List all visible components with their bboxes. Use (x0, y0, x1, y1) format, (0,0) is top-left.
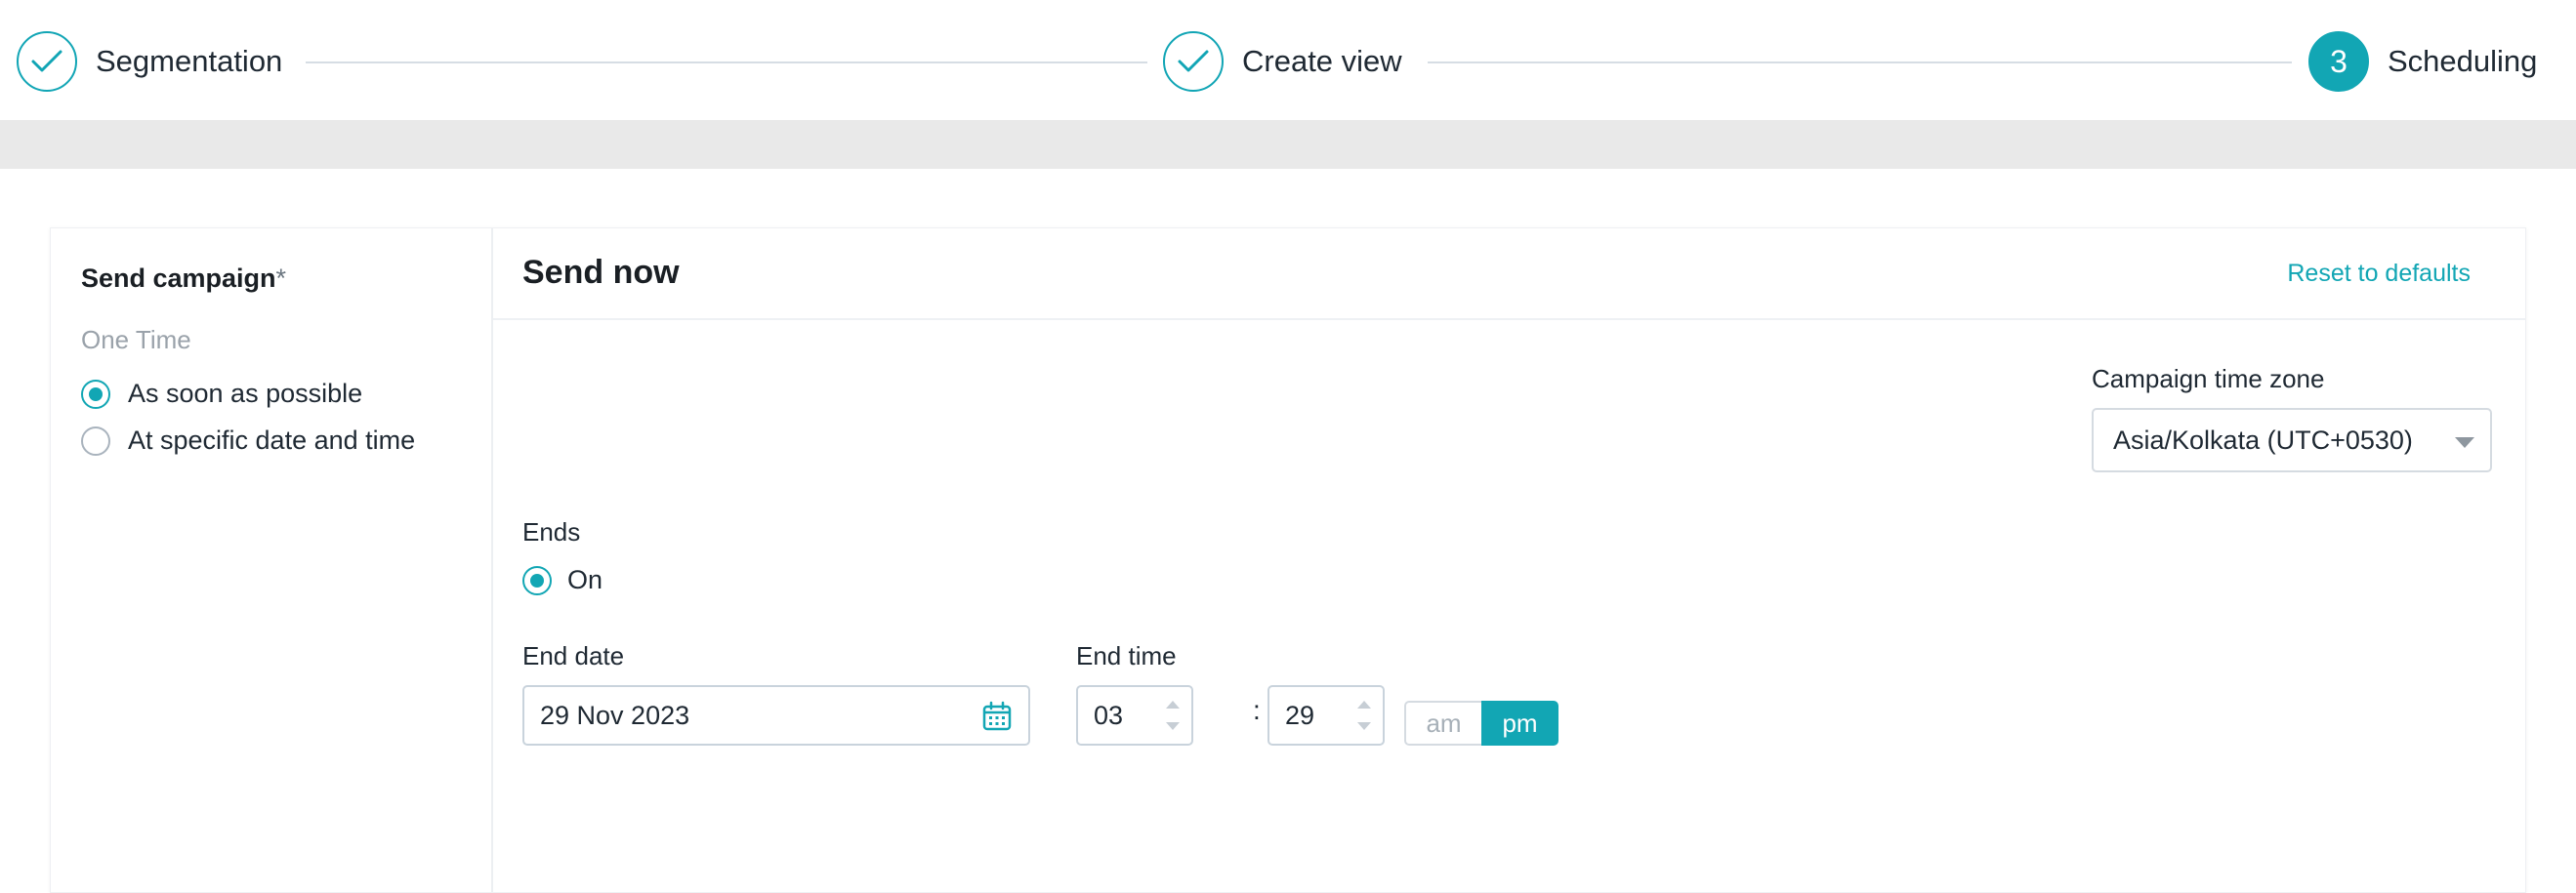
decrement-icon[interactable] (1166, 722, 1180, 730)
option-asap[interactable]: As soon as possible (81, 379, 362, 409)
step-segmentation[interactable]: Segmentation (17, 29, 282, 94)
send-campaign-panel: Send campaign* One Time As soon as possi… (51, 228, 493, 892)
option-label: At specific date and time (128, 426, 416, 455)
step-label: Scheduling (2388, 44, 2538, 78)
ends-label: Ends (522, 517, 581, 547)
radio-button-checked[interactable] (81, 379, 110, 409)
ends-on-option[interactable]: On (522, 565, 602, 595)
panel-header: Send now Reset to defaults (493, 228, 2525, 320)
option-label: On (567, 565, 603, 594)
end-time-label: End time (1076, 641, 1177, 670)
separator-band (0, 120, 2576, 169)
step-connector (1428, 61, 2292, 63)
hour-value: 03 (1094, 700, 1124, 730)
am-button[interactable]: am (1404, 701, 1481, 746)
radio-button-checked[interactable] (522, 565, 552, 595)
required-mark: * (275, 264, 287, 293)
time-separator: : (1253, 695, 1261, 725)
end-date-value: 29 Nov 2023 (540, 700, 690, 730)
send-campaign-heading: Send campaign* (81, 264, 287, 293)
step-create-view[interactable]: Create view (1163, 29, 1402, 94)
step-label: Segmentation (96, 44, 283, 78)
one-time-label: One Time (81, 325, 191, 354)
step-scheduling[interactable]: 3 Scheduling (2308, 29, 2537, 94)
send-now-panel: Send now Reset to defaults Campaign time… (493, 228, 2525, 892)
step-number-badge: 3 (2308, 31, 2369, 92)
increment-icon[interactable] (1166, 701, 1180, 709)
check-icon (17, 31, 77, 92)
decrement-icon[interactable] (1357, 722, 1371, 730)
option-specific-date[interactable]: At specific date and time (81, 426, 415, 456)
progress-stepper: Segmentation Create view 3 Scheduling (0, 0, 2576, 120)
minute-input[interactable]: 29 (1267, 685, 1385, 746)
schedule-card: Send campaign* One Time As soon as possi… (50, 227, 2526, 893)
timezone-value: Asia/Kolkata (UTC+0530) (2113, 425, 2413, 455)
timezone-label: Campaign time zone (2092, 364, 2325, 393)
hour-input[interactable]: 03 (1076, 685, 1193, 746)
step-label: Create view (1242, 44, 1402, 78)
option-label: As soon as possible (128, 379, 363, 408)
am-pm-toggle: am pm (1404, 701, 1558, 746)
step-connector (306, 61, 1147, 63)
end-date-label: End date (522, 641, 625, 670)
end-date-input[interactable]: 29 Nov 2023 (522, 685, 1030, 746)
calendar-icon[interactable] (981, 701, 1013, 732)
radio-button[interactable] (81, 426, 110, 456)
pm-button[interactable]: pm (1481, 701, 1558, 746)
check-icon (1163, 31, 1224, 92)
increment-icon[interactable] (1357, 701, 1371, 709)
chevron-down-icon (2455, 437, 2474, 448)
panel-title: Send now (522, 254, 680, 291)
minute-value: 29 (1285, 700, 1315, 730)
reset-defaults-link[interactable]: Reset to defaults (2287, 260, 2471, 288)
timezone-select[interactable]: Asia/Kolkata (UTC+0530) (2092, 408, 2492, 472)
